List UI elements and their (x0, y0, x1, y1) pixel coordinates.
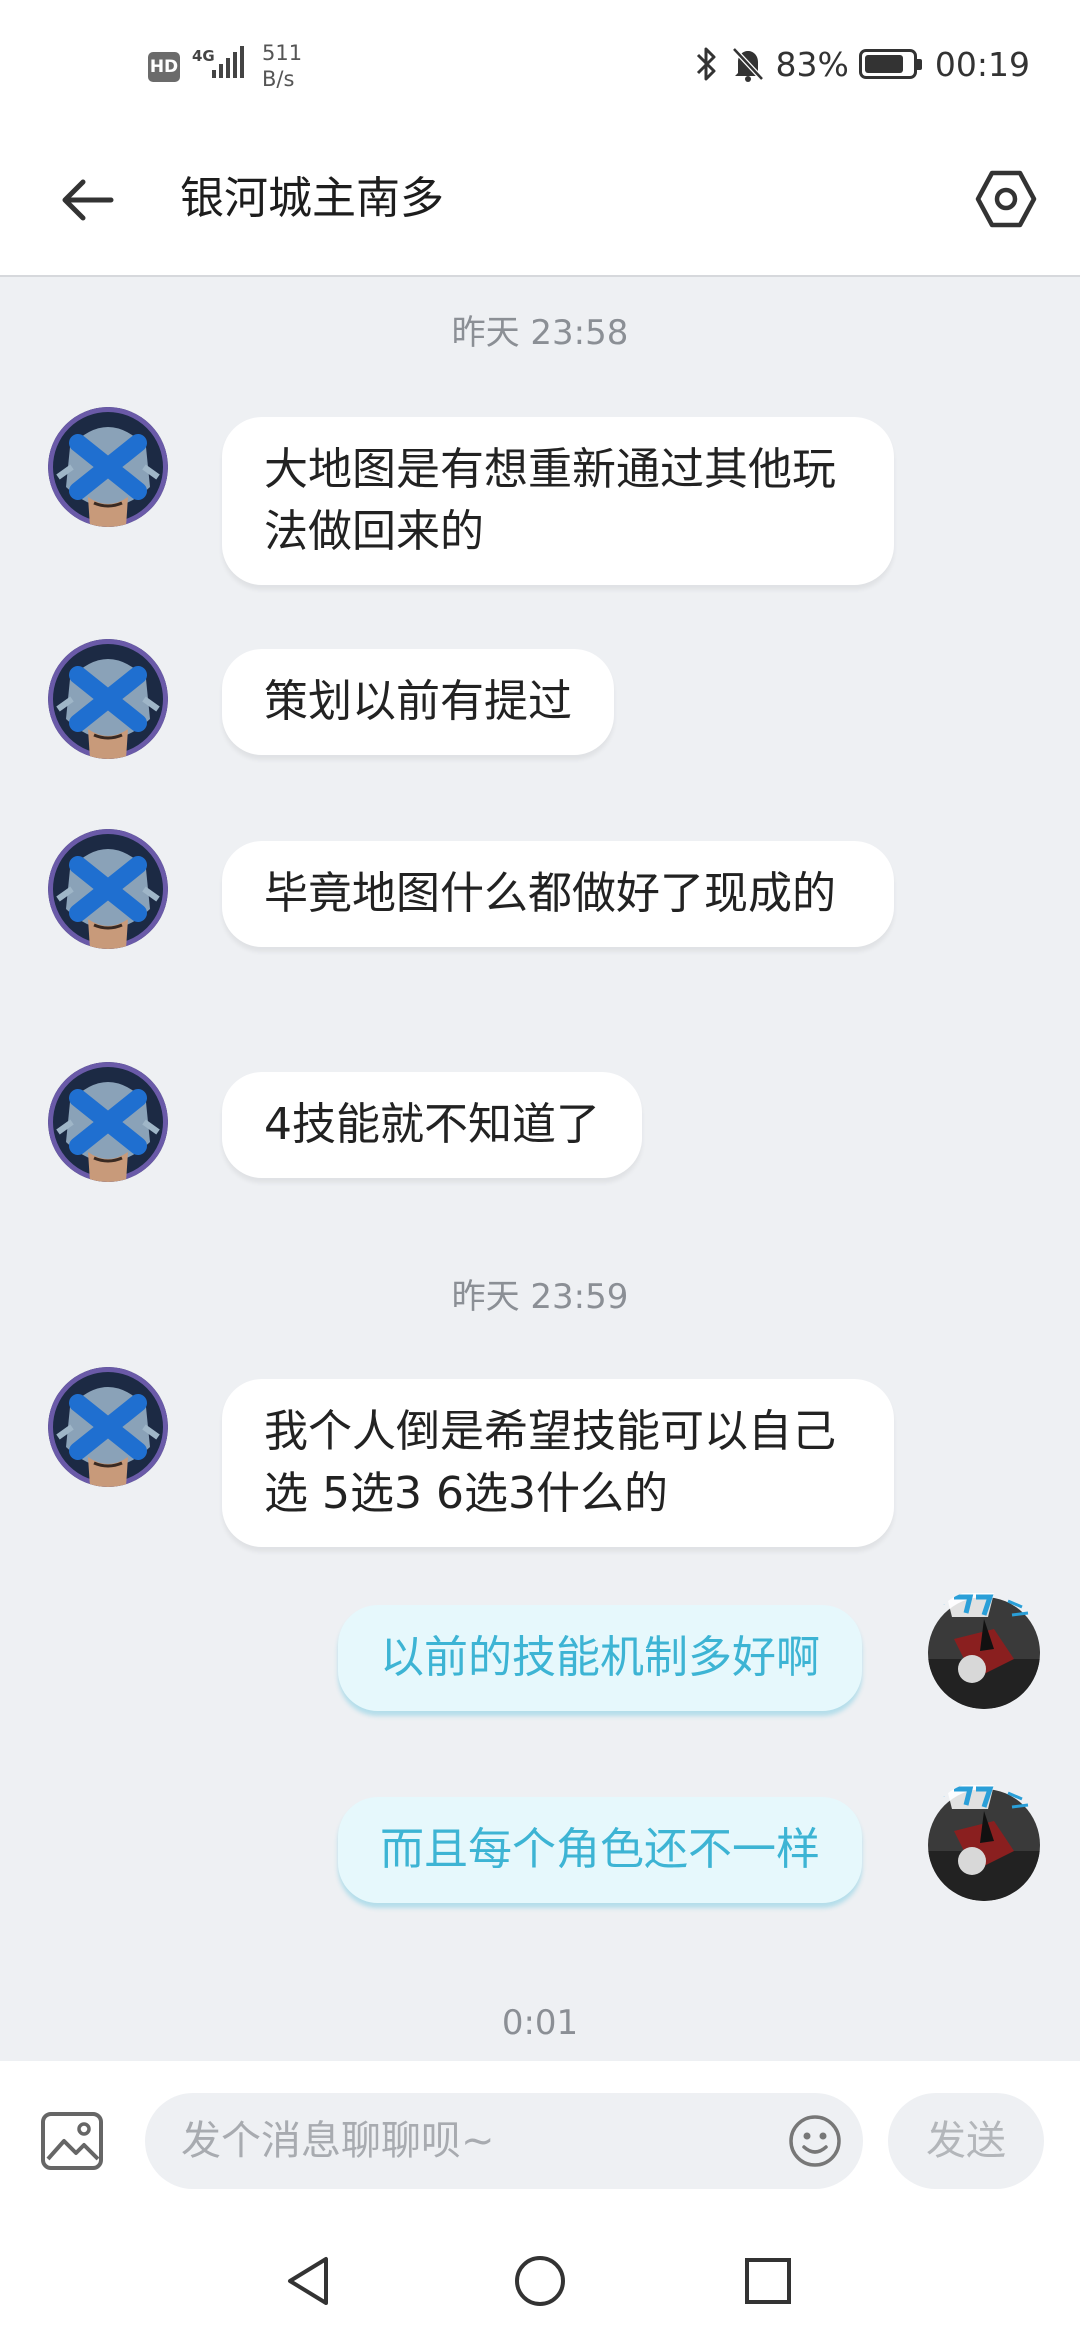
signal-icon (212, 46, 244, 78)
square-recents-icon (745, 2258, 791, 2304)
nav-recents-button[interactable] (728, 2241, 808, 2321)
message-timestamp: 昨天 23:59 (451, 1277, 629, 1317)
contact-avatar[interactable] (48, 639, 168, 759)
chat-title: 银河城主南多 (180, 173, 444, 224)
message-list[interactable]: 昨天 23:58 大地图是有想重新通过其他玩法做回来的 策划以前有提过 毕竟地图… (0, 279, 1080, 2061)
send-button[interactable]: 发送 (888, 2093, 1044, 2189)
hexagon-settings-icon (975, 170, 1037, 228)
network-speed: 511 B/s (262, 41, 303, 91)
mute-bell-icon (731, 47, 764, 82)
masked-hero-avatar-icon (48, 407, 168, 527)
status-bar: HD 4G 511 B/s 83% 00:19 (0, 0, 1080, 135)
my-avatar[interactable] (924, 1781, 1044, 1901)
my-avatar[interactable] (924, 1589, 1044, 1709)
system-nav-bar (0, 2221, 1080, 2340)
contact-avatar[interactable] (48, 829, 168, 949)
received-message[interactable]: 我个人倒是希望技能可以自己选 5选3 6选3什么的 (222, 1379, 894, 1547)
sent-message[interactable]: 而且每个角色还不一样 (338, 1797, 862, 1903)
received-message[interactable]: 策划以前有提过 (222, 649, 614, 755)
clock: 00:19 (934, 44, 1030, 84)
received-message[interactable]: 大地图是有想重新通过其他玩法做回来的 (222, 417, 894, 585)
status-right: 83% 00:19 (694, 44, 1030, 84)
message-input[interactable] (181, 2093, 741, 2189)
bluetooth-icon (696, 47, 716, 81)
message-timestamp: 0:01 (501, 2003, 579, 2043)
message-input-wrapper (145, 2093, 863, 2189)
masked-hero-avatar-icon (48, 1062, 168, 1182)
contact-avatar[interactable] (48, 407, 168, 527)
battery-percent: 83% (775, 44, 849, 84)
battery-icon (858, 49, 922, 79)
settings-button[interactable] (966, 159, 1046, 239)
masked-hero-avatar-icon (48, 829, 168, 949)
circle-home-icon (515, 2256, 565, 2306)
masked-hero-avatar-icon (48, 1367, 168, 1487)
contact-avatar[interactable] (48, 1367, 168, 1487)
hd-indicator: HD (148, 52, 180, 82)
arrow-left-icon (62, 179, 114, 221)
received-message[interactable]: 4技能就不知道了 (222, 1072, 642, 1178)
game-character-avatar-icon (928, 1785, 1040, 1901)
emoji-icon[interactable] (787, 2113, 843, 2169)
contact-avatar[interactable] (48, 1062, 168, 1182)
nav-back-button[interactable] (268, 2241, 348, 2321)
message-timestamp: 昨天 23:58 (451, 313, 629, 353)
sent-message[interactable]: 以前的技能机制多好啊 (338, 1605, 862, 1711)
battery-fill (864, 55, 903, 73)
masked-hero-avatar-icon (48, 639, 168, 759)
chat-header: 银河城主南多 (0, 135, 1080, 277)
image-picker-icon[interactable] (40, 2111, 104, 2171)
triangle-back-icon (288, 2257, 328, 2305)
nav-home-button[interactable] (500, 2241, 580, 2321)
received-message[interactable]: 毕竟地图什么都做好了现成的 (222, 841, 894, 947)
back-button[interactable] (52, 165, 122, 235)
input-bar: 发送 (0, 2061, 1080, 2221)
game-character-avatar-icon (928, 1593, 1040, 1709)
